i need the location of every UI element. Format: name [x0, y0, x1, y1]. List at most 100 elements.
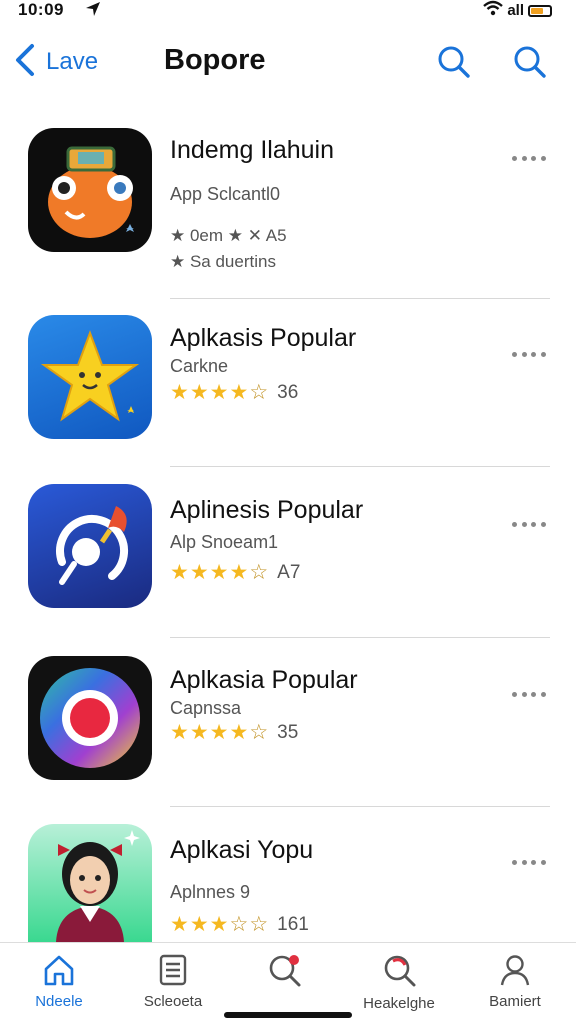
back-label: Lave	[46, 48, 99, 75]
more-options-button[interactable]	[512, 148, 546, 168]
app-icon-star[interactable]	[28, 315, 152, 439]
app-icon-character[interactable]	[28, 824, 152, 942]
app-row[interactable]: Aplkasis Popular Carkne ★ ★ ★ ★ ☆ 36	[0, 300, 576, 470]
dot	[512, 351, 517, 357]
app-subtitle: Alp Snoeam1	[170, 532, 279, 552]
star-filled-icon: ★	[209, 721, 229, 744]
chevron-left-icon	[14, 43, 36, 82]
app-icon-sync[interactable]	[28, 484, 152, 608]
star-filled-icon: ★	[189, 561, 209, 584]
divider	[170, 806, 550, 807]
search-icon	[514, 46, 546, 78]
app-icon-camera[interactable]	[28, 656, 152, 780]
star-filled-icon: ★	[189, 721, 209, 744]
star-empty-icon: ☆	[249, 381, 269, 404]
rating-count: 161	[277, 914, 309, 935]
status-bar: 10:09 all	[0, 0, 576, 22]
dot	[531, 155, 537, 161]
app-row[interactable]: Aplinesis Popular Alp Snoeam1 ★ ★ ★ ★ ☆ A7	[0, 470, 576, 640]
app-title: Aplkasis Popular	[170, 324, 357, 352]
dot	[540, 691, 546, 697]
dot	[521, 859, 527, 865]
dot	[521, 351, 527, 357]
search-button-secondary[interactable]	[510, 42, 550, 82]
app-meta-line: ★ 0em ★ ✕ A5	[170, 226, 287, 245]
tab-label: Bamiert	[489, 993, 541, 1010]
dot	[512, 859, 517, 865]
star-filled-icon: ★	[170, 721, 189, 744]
tab-home[interactable]: Ndeele	[4, 953, 114, 1019]
app-meta-line: ★ Sa duertins	[170, 252, 276, 271]
carrier-label: all	[507, 2, 524, 19]
more-options-button[interactable]	[512, 514, 546, 534]
dot	[540, 155, 546, 161]
star-empty-icon: ☆	[249, 913, 269, 936]
search-button[interactable]	[434, 42, 474, 82]
star-empty-icon: ☆	[249, 721, 269, 744]
list-icon	[159, 954, 187, 986]
dot	[521, 521, 527, 527]
dot	[521, 155, 527, 161]
star-filled-icon: ★	[170, 913, 189, 936]
search-icon	[438, 46, 470, 78]
star-filled-icon: ★	[189, 913, 209, 936]
more-options-button[interactable]	[512, 684, 546, 704]
app-subtitle: Carkne	[170, 356, 229, 376]
divider	[170, 466, 550, 467]
tab-label: Heakelghe	[363, 995, 435, 1012]
app-row[interactable]: Indemg Ilahuin App Sclcantl0 ★ 0em ★ ✕ A…	[0, 112, 576, 299]
app-title: Indemg Ilahuin	[170, 136, 335, 164]
app-title: Aplkasia Popular	[170, 666, 358, 694]
star-empty-icon: ☆	[229, 913, 249, 936]
star-empty-icon: ☆	[249, 561, 269, 584]
page-title: Bopore	[164, 44, 266, 76]
tab-discover[interactable]: Heakelghe	[344, 953, 454, 1019]
tab-profile[interactable]: Bamiert	[460, 953, 570, 1019]
home-icon	[44, 955, 74, 986]
dot	[531, 351, 537, 357]
dot	[540, 521, 546, 527]
profile-icon	[500, 955, 530, 986]
app-subtitle: Capnssa	[170, 698, 242, 718]
app-subtitle: App Sclcantl0	[170, 184, 281, 204]
status-indicators: all	[483, 0, 552, 21]
app-subtitle: Aplnnes 9	[170, 882, 251, 902]
app-row[interactable]: Aplkasia Popular Capnssa ★ ★ ★ ★ ☆ 35	[0, 640, 576, 810]
dot	[531, 691, 537, 697]
dot	[512, 155, 517, 161]
dot	[540, 351, 546, 357]
status-time: 10:09	[18, 0, 64, 19]
star-filled-icon: ★	[170, 381, 189, 404]
star-filled-icon: ★	[209, 381, 229, 404]
dot	[512, 691, 517, 697]
more-options-button[interactable]	[512, 852, 546, 872]
dot	[540, 859, 546, 865]
home-indicator	[224, 1012, 352, 1018]
tab-list[interactable]: Scleoeta	[118, 953, 228, 1019]
search-alt-icon	[384, 955, 416, 987]
rating-stars: ★ ★ ★ ★ ☆ A7	[170, 562, 300, 584]
star-filled-icon: ★	[229, 721, 249, 744]
star-filled-icon: ★	[229, 561, 249, 584]
app-title: Aplinesis Popular	[170, 496, 364, 524]
app-icon-monster[interactable]	[28, 128, 152, 252]
divider	[170, 298, 550, 299]
location-arrow-icon	[84, 0, 102, 23]
more-options-button[interactable]	[512, 344, 546, 364]
tab-search[interactable]	[230, 953, 340, 1019]
wifi-icon	[483, 0, 504, 21]
star-filled-icon: ★	[170, 561, 189, 584]
battery-icon	[528, 5, 552, 17]
app-title: Aplkasi Yopu	[170, 836, 314, 864]
dot	[521, 691, 527, 697]
dot	[531, 521, 537, 527]
back-button[interactable]: Lave	[14, 42, 98, 82]
rating-stars: ★ ★ ★ ★ ☆ 36	[170, 382, 298, 404]
tab-label: Scleoeta	[143, 993, 203, 1010]
divider	[170, 637, 550, 638]
rating-count: 36	[277, 382, 299, 403]
rating-stars: ★ ★ ★ ☆ ☆ 161	[170, 914, 309, 936]
star-filled-icon: ★	[229, 381, 249, 404]
star-filled-icon: ★	[189, 381, 209, 404]
rating-count: A7	[277, 562, 301, 583]
